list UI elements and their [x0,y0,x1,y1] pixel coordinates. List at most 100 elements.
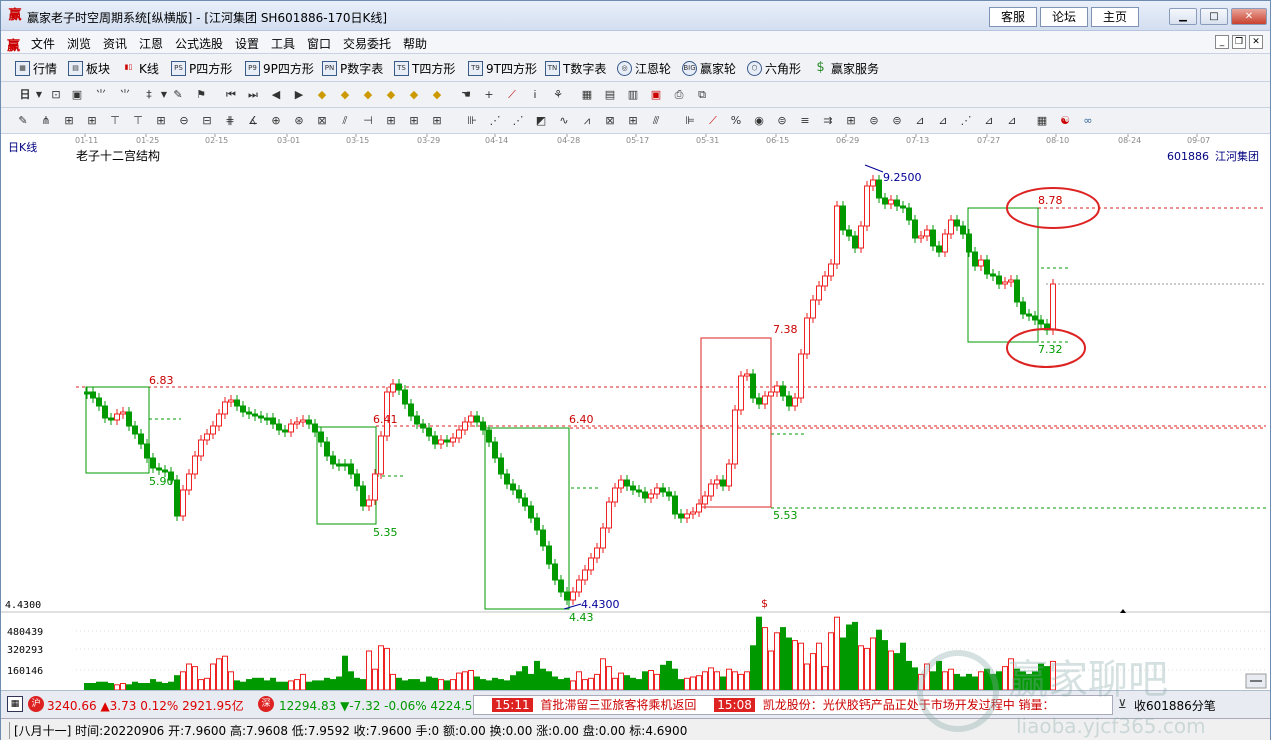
grid-tool-2-icon[interactable]: ⊞ [406,113,422,129]
next-icon[interactable]: ▶ [291,87,307,103]
menu-gann[interactable]: 江恩 [139,35,163,52]
menu-formula-select[interactable]: 公式选股 [175,35,223,52]
percent-icon[interactable]: % [728,113,744,129]
wave-tool-icon[interactable]: ∿ [556,113,572,129]
level-tool-2-icon[interactable]: ≡ [797,113,813,129]
data-icon[interactable]: ▥ [625,87,641,103]
zigzag-tool-icon[interactable]: ⩘ [579,113,595,129]
gann-tool-5-icon[interactable]: ⊤ [130,113,146,129]
period-tool-icon[interactable]: ⊟ [199,113,215,129]
mdi-close-icon[interactable]: ✕ [1249,35,1263,49]
kline-button[interactable]: ▮▯ K线 [121,60,159,77]
arc-tool-icon[interactable]: ◩ [533,113,549,129]
infinity-icon[interactable]: ∞ [1080,113,1096,129]
menu-file[interactable]: 文件 [31,35,55,52]
grid-tool-4-icon[interactable]: ⊞ [843,113,859,129]
angle-tool-icon[interactable]: ∡ [245,113,261,129]
gann-tool-2-icon[interactable]: ⊞ [61,113,77,129]
level-tool-3-icon[interactable]: ⊜ [866,113,882,129]
menu-news[interactable]: 资讯 [103,35,127,52]
gann-tool-6-icon[interactable]: ⊞ [153,113,169,129]
coin-icon[interactable]: ◉ [751,113,767,129]
move-down-icon[interactable]: ◆ [337,87,353,103]
sector-button[interactable]: ▤ 板块 [68,60,110,77]
flag-icon[interactable]: ⚑ [193,87,209,103]
mdi-minimize-icon[interactable]: _ [1215,35,1229,49]
draw-icon[interactable]: ✎ [170,87,186,103]
parallel-tool-icon[interactable]: ⫽ [337,113,353,129]
arrow-tool-icon[interactable]: ⇉ [820,113,836,129]
menu-trade[interactable]: 交易委托 [343,35,391,52]
news-text-2[interactable]: 凯龙股份：光伏胶钙产品正处于市场开发过程中 销量： [763,696,1055,713]
sz-index-quote[interactable]: 12294.83 ▼-7.32 -0.06% 4224.52亿 [279,697,492,714]
calculator-icon[interactable]: ▤ [602,87,618,103]
first-icon[interactable]: ⏮ [223,87,239,103]
hand-icon[interactable]: ☚ [458,87,474,103]
save-icon[interactable]: ▣ [648,87,664,103]
indicator2-icon[interactable]: ⺌ [117,87,133,103]
table-icon[interactable]: ▦ [1034,113,1050,129]
slope-tool-3-icon[interactable]: ⊿ [981,113,997,129]
close-icon[interactable]: ✕ [1231,8,1267,25]
slope-tool-icon[interactable]: ⊿ [912,113,928,129]
zoom-out-icon[interactable]: ◆ [429,87,445,103]
fan-tool-3-icon[interactable]: ⋰ [958,113,974,129]
news-text-1[interactable]: 首批滞留三亚旅客将乘机返回 [540,696,696,713]
box-tool-icon[interactable]: ⊠ [314,113,330,129]
kline-chart[interactable]: 01-11 01-25 02-15 03-01 03-15 03-29 04-14 04-28… [1,134,1270,691]
sh-index-quote[interactable]: 3240.66 ▲3.73 0.12% 2921.95亿 [47,697,244,714]
doc-icon[interactable]: ▣ [69,87,85,103]
box-tool-3-icon[interactable]: ⊞ [625,113,641,129]
cycle-tool-icon[interactable]: ⊖ [176,113,192,129]
draw-pen-icon[interactable]: ✎ [15,113,31,129]
gann-tool-1-icon[interactable]: ⋔ [38,113,54,129]
print-icon[interactable]: ⎙ [671,87,687,103]
gann-wheel-button[interactable]: ◎ 江恩轮 [617,60,671,77]
9t-square-button[interactable]: T9 9T四方形 [468,60,537,77]
trend-tool-icon[interactable]: ⟋ [705,113,721,129]
p-square-button[interactable]: PS P四方形 [171,60,232,77]
marker-tool-icon[interactable]: ⚘ [550,87,566,103]
circle-tool-icon[interactable]: ⊕ [268,113,284,129]
winner-service-button[interactable]: $ 赢家服务 [813,60,879,77]
slope-tool-4-icon[interactable]: ⊿ [1004,113,1020,129]
text-tool-icon[interactable]: Ꭵ [527,87,543,103]
indicator-icon[interactable]: ⺌ [93,87,109,103]
menu-help[interactable]: 帮助 [403,35,427,52]
zoom-in-icon[interactable]: ◆ [406,87,422,103]
keyboard-icon[interactable]: ▦ [7,696,23,712]
line-tool-icon[interactable]: ⟋ [504,87,520,103]
crosshair-icon[interactable]: + [481,87,497,103]
grid-tool-3-icon[interactable]: ⊞ [429,113,445,129]
candle-type-icon[interactable]: ‡ [141,87,157,103]
9p-square-button[interactable]: P9 9P四方形 [245,60,314,77]
level-tool-4-icon[interactable]: ⊜ [889,113,905,129]
export-icon[interactable]: ⧉ [694,87,710,103]
hexagon-button[interactable]: ⬡ 六角形 [747,60,801,77]
fan-tool-2-icon[interactable]: ⋰ [510,113,526,129]
lines-tool-icon[interactable]: ⫻ [648,113,664,129]
level-tool-icon[interactable]: ⊜ [774,113,790,129]
fib-tool-icon[interactable]: ⋕ [222,113,238,129]
gann-tool-3-icon[interactable]: ⊞ [84,113,100,129]
menu-tools[interactable]: 工具 [271,35,295,52]
menu-browse[interactable]: 浏览 [67,35,91,52]
quotes-button[interactable]: ▦ 行情 [15,60,57,77]
ruler-tool-icon[interactable]: ⊫ [682,113,698,129]
move-up-icon[interactable]: ◆ [314,87,330,103]
box-tool-2-icon[interactable]: ⊠ [602,113,618,129]
t-number-table-button[interactable]: TN T数字表 [545,60,606,77]
news-ticker[interactable]: 15:11 首批滞留三亚旅客将乘机返回 15:08 凯龙股份：光伏胶钙产品正处于… [473,695,1113,715]
menu-window[interactable]: 窗口 [307,35,331,52]
move-right-icon[interactable]: ◆ [383,87,399,103]
menu-settings[interactable]: 设置 [235,35,259,52]
winner-wheel-button[interactable]: BIG 赢家轮 [682,60,736,77]
zoom-icon[interactable]: ⊡ [48,87,64,103]
fan-tool-icon[interactable]: ⋰ [487,113,503,129]
maximize-icon[interactable]: □ [1200,8,1228,25]
slope-tool-2-icon[interactable]: ⊿ [935,113,951,129]
circle-tool-2-icon[interactable]: ⊛ [291,113,307,129]
tick-detail-label[interactable]: 收601886分笔 [1134,697,1216,714]
speed-line-icon[interactable]: ⊪ [464,113,480,129]
prev-icon[interactable]: ◀ [268,87,284,103]
